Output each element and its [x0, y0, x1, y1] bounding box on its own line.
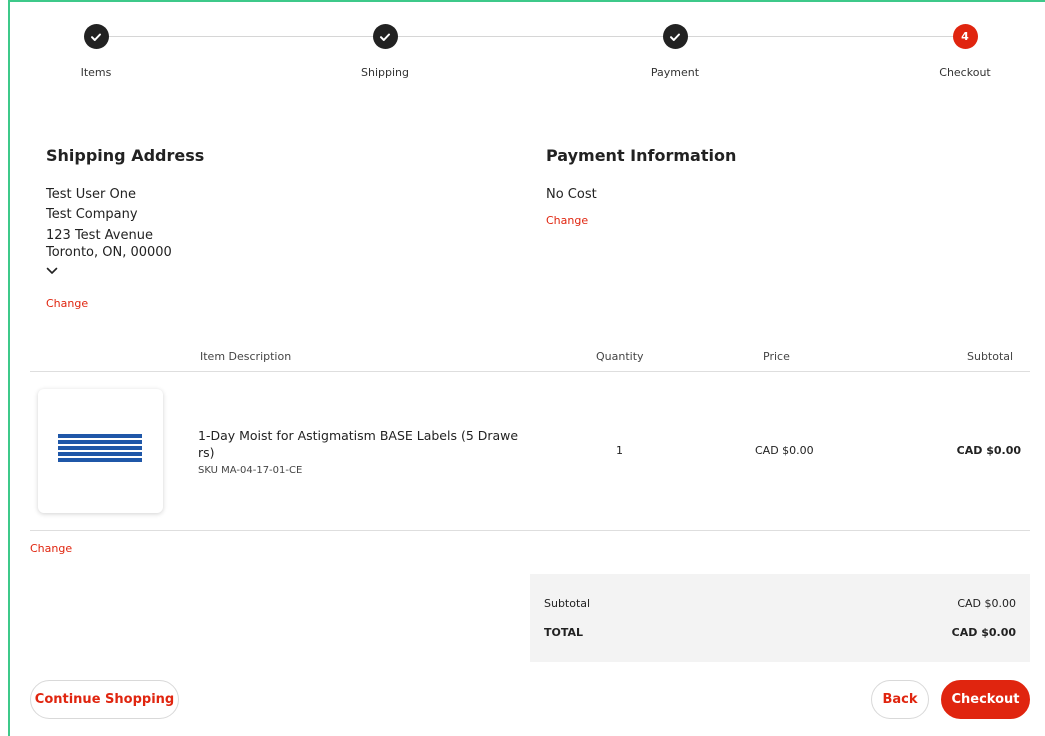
shipping-street: 123 Test Avenue: [46, 228, 153, 243]
change-shipping-link[interactable]: Change: [46, 297, 88, 310]
continue-shopping-button[interactable]: Continue Shopping: [30, 680, 179, 719]
label-stripe: [58, 440, 142, 444]
check-icon: [83, 24, 109, 49]
back-button[interactable]: Back: [871, 680, 929, 719]
table-row-divider: [30, 530, 1030, 531]
label-stripe: [58, 446, 142, 450]
step-number-badge: 4: [952, 24, 978, 49]
shipping-city: Toronto, ON, 00000: [46, 245, 172, 260]
summary-subtotal-label: Subtotal: [544, 597, 591, 610]
item-quantity: 1: [616, 444, 623, 457]
step-items[interactable]: Items: [36, 24, 156, 79]
header-item-description: Item Description: [200, 350, 292, 363]
label-stripe: [58, 434, 142, 438]
change-items-link[interactable]: Change: [30, 542, 72, 555]
product-thumbnail[interactable]: [38, 389, 163, 513]
step-label: Payment: [650, 66, 700, 79]
check-icon: [662, 24, 688, 49]
item-price: CAD $0.00: [755, 444, 814, 457]
order-summary: Subtotal CAD $0.00 TOTAL CAD $0.00: [530, 574, 1030, 662]
item-sku: SKU MA-04-17-01-CE: [198, 465, 303, 476]
item-subtotal: CAD $0.00: [956, 444, 1021, 457]
shipping-company: Test Company: [46, 207, 138, 222]
checkout-stepper: Items Shipping Payment 4 Checkout: [0, 0, 1045, 100]
step-payment[interactable]: Payment: [615, 24, 735, 79]
checkout-button[interactable]: Checkout: [941, 680, 1030, 719]
step-label: Items: [80, 66, 112, 79]
label-stripe: [58, 452, 142, 456]
step-label: Checkout: [939, 66, 991, 79]
change-payment-link[interactable]: Change: [546, 214, 588, 227]
header-subtotal: Subtotal: [967, 350, 1014, 363]
header-price: Price: [763, 350, 790, 363]
summary-subtotal-value: CAD $0.00: [957, 597, 1016, 610]
check-icon: [372, 24, 398, 49]
payment-information-title: Payment Information: [546, 146, 737, 165]
label-stripe: [58, 458, 142, 462]
summary-total-value: CAD $0.00: [951, 626, 1016, 639]
step-checkout: 4 Checkout: [905, 24, 1025, 79]
shipping-address-title: Shipping Address: [46, 146, 205, 165]
step-label: Shipping: [361, 66, 409, 79]
item-name[interactable]: 1-Day Moist for Astigmatism BASE Labels …: [198, 427, 528, 461]
payment-method: No Cost: [546, 187, 597, 202]
header-quantity: Quantity: [596, 350, 644, 363]
step-shipping[interactable]: Shipping: [325, 24, 445, 79]
shipping-name: Test User One: [46, 187, 136, 202]
chevron-down-icon[interactable]: [46, 267, 58, 275]
stepper-line: [96, 36, 964, 37]
summary-total-label: TOTAL: [544, 626, 584, 639]
table-header-divider: [30, 371, 1030, 372]
